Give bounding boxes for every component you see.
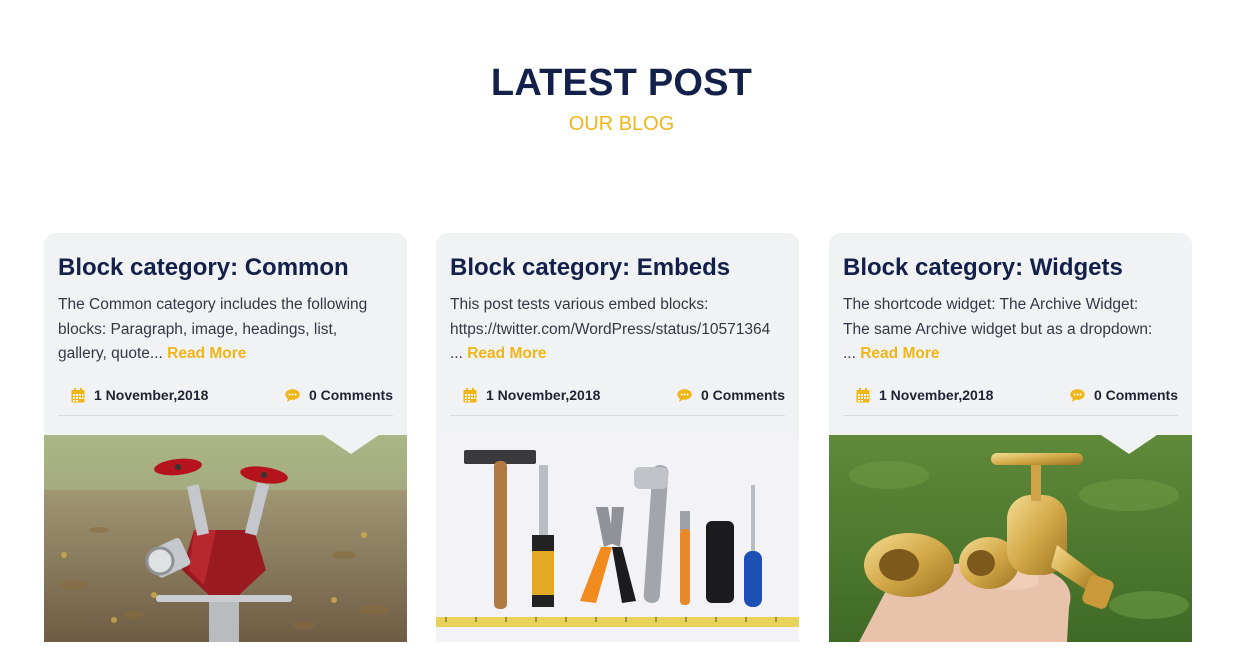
post-title[interactable]: Block category: Widgets bbox=[843, 253, 1178, 283]
post-meta: 1 November,2018 0 Comments bbox=[843, 385, 1178, 416]
speech-bubble-icon bbox=[677, 388, 692, 402]
excerpt-line-last: ... Read More bbox=[450, 342, 785, 367]
post-card: Block category: Embeds This post tests v… bbox=[436, 233, 799, 642]
excerpt-line: This post tests various embed blocks: bbox=[450, 296, 709, 313]
excerpt-line: The same Archive widget but as a dropdow… bbox=[843, 320, 1153, 338]
post-title[interactable]: Block category: Embeds bbox=[450, 253, 785, 283]
section-subtitle: OUR BLOG bbox=[568, 113, 675, 135]
post-meta: 1 November,2018 0 Comments bbox=[450, 385, 785, 416]
brass-faucet-photo bbox=[829, 435, 1192, 642]
excerpt-line-last: gallery, quote... Read More bbox=[58, 342, 393, 367]
post-meta: 1 November,2018 0 Comments bbox=[58, 385, 393, 416]
excerpt-tail: ... bbox=[450, 345, 463, 362]
calendar-icon bbox=[856, 387, 870, 403]
post-comments-text: 0 Comments bbox=[700, 387, 785, 403]
excerpt-line: The shortcode widget: The Archive Widget… bbox=[843, 296, 1139, 313]
read-more-link[interactable]: Read More bbox=[860, 345, 939, 362]
card-notch bbox=[1101, 435, 1157, 454]
excerpt-tail: ... bbox=[843, 345, 856, 362]
post-date-text: 1 November,2018 bbox=[486, 387, 601, 403]
post-excerpt: The shortcode widget: The Archive Widget… bbox=[843, 293, 1178, 367]
section-heading: LATEST POST OUR BLOG bbox=[0, 60, 1243, 136]
fire-hydrant-photo bbox=[44, 435, 407, 642]
post-title[interactable]: Block category: Common bbox=[58, 253, 393, 283]
post-date-text: 1 November,2018 bbox=[879, 387, 994, 403]
post-comments[interactable]: 0 Comments bbox=[677, 385, 785, 405]
excerpt-tail: gallery, quote... bbox=[58, 345, 163, 362]
calendar-icon bbox=[463, 387, 477, 403]
post-card-body: Block category: Widgets The shortcode wi… bbox=[829, 233, 1192, 435]
post-date[interactable]: 1 November,2018 bbox=[856, 385, 993, 405]
post-comments-text: 0 Comments bbox=[1093, 387, 1178, 403]
post-excerpt: This post tests various embed blocks: ht… bbox=[450, 293, 785, 367]
calendar-icon bbox=[71, 387, 85, 403]
tools-photo bbox=[436, 435, 799, 642]
post-thumbnail[interactable] bbox=[44, 435, 407, 642]
speech-bubble-icon bbox=[1070, 388, 1085, 402]
excerpt-line: https://twitter.com/WordPress/status/105… bbox=[450, 320, 771, 338]
post-excerpt: The Common category includes the followi… bbox=[58, 293, 393, 367]
post-comments[interactable]: 0 Comments bbox=[285, 385, 393, 405]
read-more-link[interactable]: Read More bbox=[167, 345, 246, 362]
read-more-link[interactable]: Read More bbox=[467, 345, 546, 362]
speech-bubble-icon bbox=[285, 388, 300, 402]
post-thumbnail[interactable] bbox=[829, 435, 1192, 642]
post-card: Block category: Widgets The shortcode wi… bbox=[829, 233, 1192, 642]
post-thumbnail[interactable] bbox=[436, 435, 799, 642]
post-comments[interactable]: 0 Comments bbox=[1070, 385, 1178, 405]
post-date[interactable]: 1 November,2018 bbox=[71, 385, 208, 405]
post-date-text: 1 November,2018 bbox=[94, 387, 209, 403]
post-comments-text: 0 Comments bbox=[308, 387, 393, 403]
post-date[interactable]: 1 November,2018 bbox=[463, 385, 600, 405]
excerpt-line: blocks: Paragraph, image, headings, list… bbox=[58, 320, 338, 338]
post-card: Block category: Common The Common catego… bbox=[44, 233, 407, 642]
post-card-body: Block category: Common The Common catego… bbox=[44, 233, 407, 435]
post-card-body: Block category: Embeds This post tests v… bbox=[436, 233, 799, 435]
excerpt-line: The Common category includes the followi… bbox=[58, 296, 368, 313]
card-notch bbox=[323, 435, 379, 454]
excerpt-line-last: ... Read More bbox=[843, 342, 1178, 367]
section-title: LATEST POST bbox=[490, 62, 753, 104]
